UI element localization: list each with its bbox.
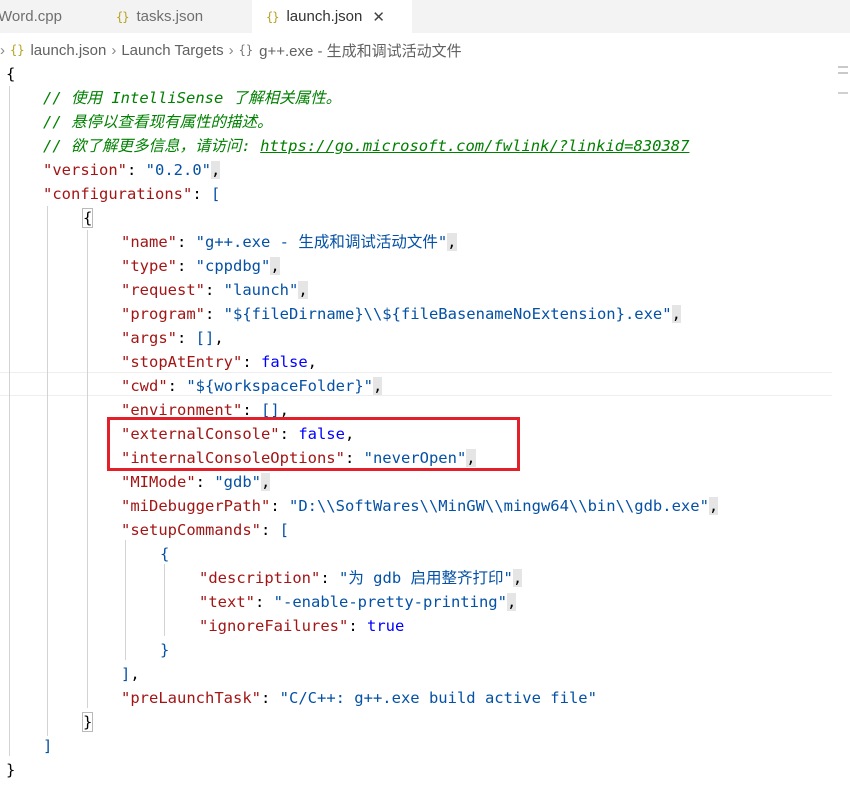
code-line: "text": "-enable-pretty-printing", [199, 593, 517, 611]
code-line: ] [43, 737, 53, 755]
code-line: "miDebuggerPath": "D:\\SoftWares\\MinGW\… [121, 497, 719, 515]
indent-guide [47, 206, 48, 736]
tab-label: Word.cpp [0, 8, 62, 25]
breadcrumb: › {} launch.json › Launch Targets › {} g… [0, 38, 462, 62]
code-line: "version": "0.2.0", [43, 161, 221, 179]
tab-word-cpp[interactable]: Word.cpp [0, 0, 98, 33]
docs-link[interactable]: https://go.microsoft.com/fwlink/?linkid=… [260, 137, 689, 155]
indent-guide [87, 230, 88, 708]
code-line: "args": [], [121, 329, 224, 347]
json-file-icon: {} [266, 9, 279, 24]
code-line: "description": "为 gdb 启用整齐打印", [199, 569, 523, 587]
tab-label: launch.json [286, 8, 363, 25]
code-line: { [6, 65, 16, 83]
tab-launch-json[interactable]: {} launch.json ✕ [252, 0, 412, 33]
object-icon: {} [238, 43, 254, 57]
code-line: "name": "g++.exe - 生成和调试活动文件", [121, 233, 457, 251]
chevron-right-icon: › [0, 41, 5, 59]
overview-ruler[interactable] [836, 62, 850, 801]
code-line: "type": "cppdbg", [121, 257, 280, 275]
code-line: "configurations": [ [43, 185, 221, 203]
code-line: { [160, 545, 170, 563]
code-line: "stopAtEntry": false, [121, 353, 318, 371]
breadcrumb-config[interactable]: g++.exe - 生成和调试活动文件 [259, 40, 462, 61]
json-file-icon: {} [10, 43, 25, 57]
code-line: "program": "${fileDirname}\\${fileBasena… [121, 305, 681, 323]
code-line: "request": "launch", [121, 281, 308, 299]
code-editor[interactable]: { // 使用 IntelliSense 了解相关属性。 // 悬停以查看现有属… [0, 62, 850, 801]
tab-bar: Word.cpp {} tasks.json {} launch.json ✕ [0, 0, 850, 33]
chevron-right-icon: › [111, 41, 117, 59]
code-line: // 悬停以查看现有属性的描述。 [43, 113, 273, 131]
code-line: "cwd": "${workspaceFolder}", [121, 377, 383, 395]
code-line: "MIMode": "gdb", [121, 473, 271, 491]
breadcrumb-launch-targets[interactable]: Launch Targets [121, 42, 223, 59]
code-line: } [6, 761, 16, 779]
code-line: { [82, 208, 94, 228]
code-line: "ignoreFailures": true [199, 617, 405, 635]
close-icon[interactable]: ✕ [372, 8, 385, 26]
json-file-icon: {} [116, 9, 129, 24]
code-line: // 使用 IntelliSense 了解相关属性。 [43, 89, 342, 107]
code-line: // 欲了解更多信息，请访问: https://go.microsoft.com… [43, 137, 690, 155]
tab-tasks-json[interactable]: {} tasks.json [116, 0, 248, 33]
code-line: } [160, 641, 170, 659]
indent-guide [125, 540, 126, 660]
annotation-highlight-box [107, 417, 520, 471]
code-line: "preLaunchTask": "C/C++: g++.exe build a… [121, 689, 597, 707]
indent-guide [164, 564, 165, 636]
code-line: "setupCommands": [ [121, 521, 289, 539]
indent-guide [9, 86, 10, 756]
chevron-right-icon: › [228, 41, 234, 59]
code-line: } [82, 712, 94, 732]
breadcrumb-file[interactable]: launch.json [30, 42, 106, 59]
code-line: ], [121, 665, 140, 683]
tab-label: tasks.json [136, 8, 204, 25]
